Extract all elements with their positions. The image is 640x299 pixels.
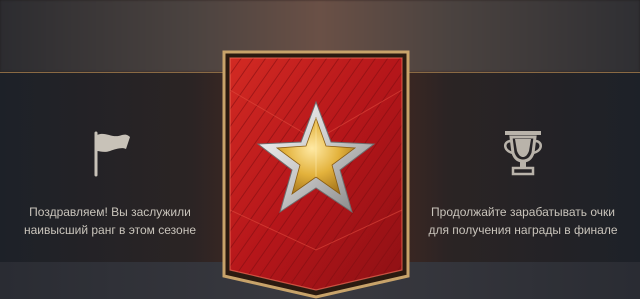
rank-badge	[222, 50, 410, 299]
right-panel: Продолжайте зарабатывать очки для получе…	[418, 125, 628, 239]
flag-icon	[94, 131, 130, 177]
rank-achieved-message: Поздравляем! Вы заслужили наивысший ранг…	[24, 205, 196, 237]
left-panel: Поздравляем! Вы заслужили наивысший ранг…	[5, 125, 215, 239]
final-reward-message: Продолжайте зарабатывать очки для получе…	[428, 205, 618, 237]
trophy-icon	[504, 131, 542, 176]
